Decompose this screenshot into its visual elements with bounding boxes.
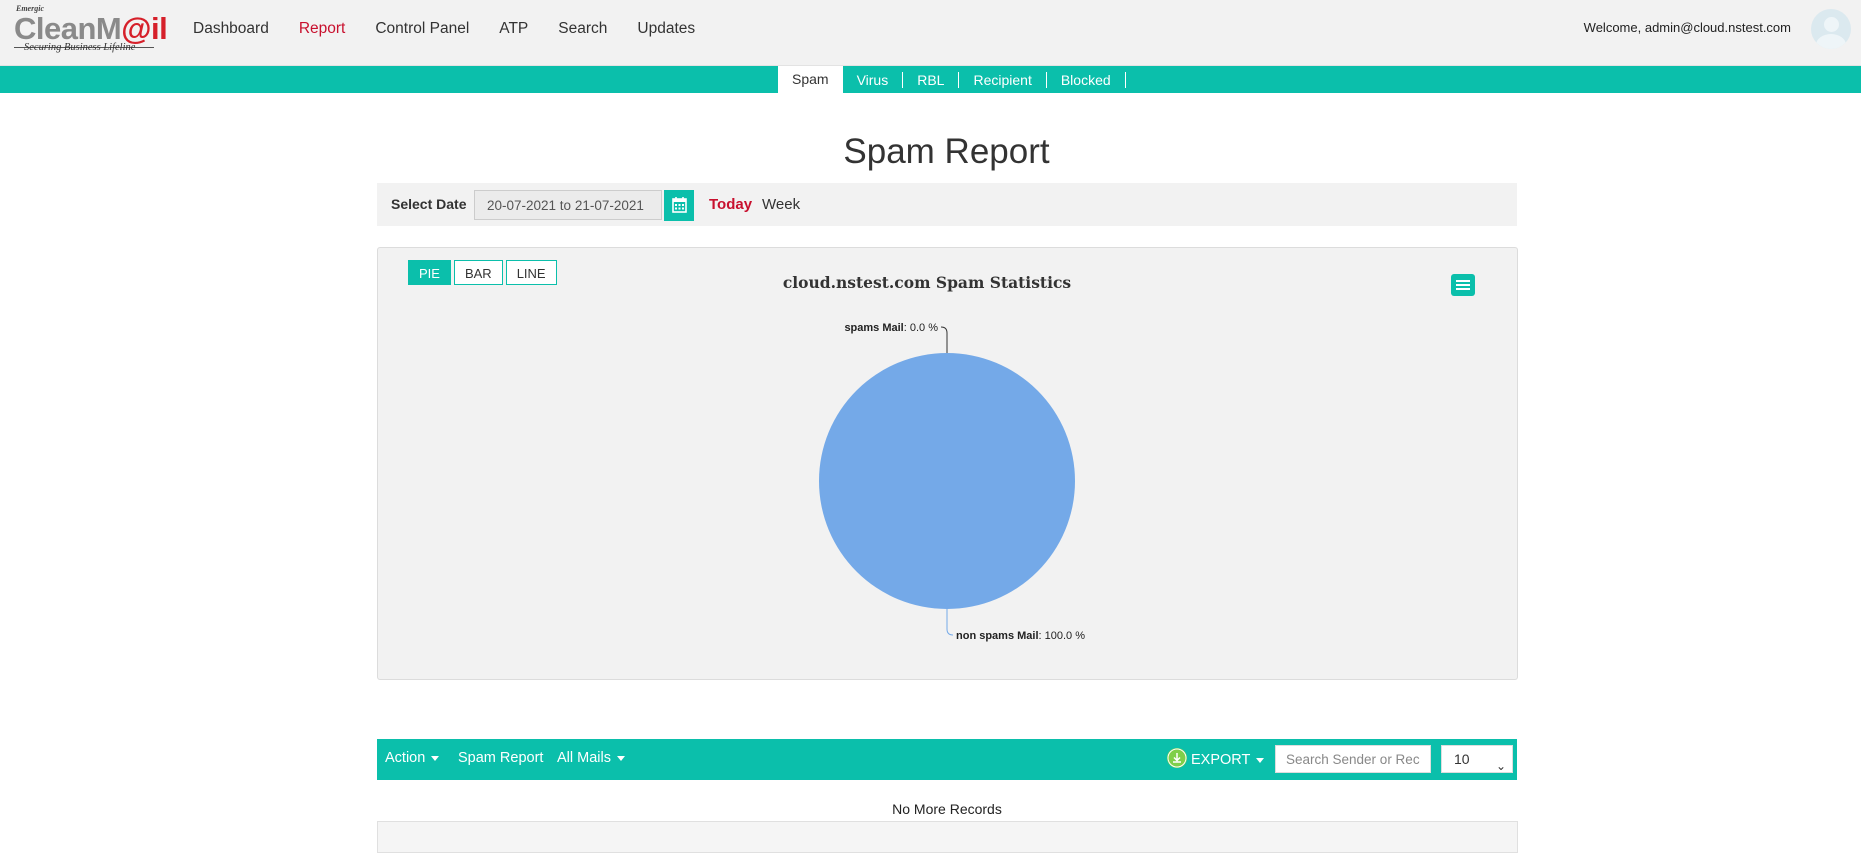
pie-label-1: non spams Mail: 100.0 % xyxy=(956,630,1085,642)
mail-filter-dropdown[interactable]: All Mails xyxy=(557,750,625,766)
date-filter-bar: Select Date 20-07-2021 to 21-07-2021 Tod… xyxy=(377,183,1517,226)
avatar[interactable] xyxy=(1811,9,1851,49)
table-footer xyxy=(377,821,1518,853)
tab-recipient[interactable]: Recipient xyxy=(959,71,1047,88)
logo-brand-suffix: @il xyxy=(121,11,168,46)
empty-message: No More Records xyxy=(892,801,1002,817)
caret-down-icon xyxy=(431,755,440,761)
logo-brand-prefix: CleanM xyxy=(14,11,122,46)
pie-label-0: spams Mail: 0.0 % xyxy=(844,322,938,334)
date-range-input[interactable]: 20-07-2021 to 21-07-2021 xyxy=(474,190,662,220)
caret-down-icon xyxy=(1256,757,1265,763)
tab-spam[interactable]: Spam xyxy=(778,66,843,93)
per-page-value: 10 xyxy=(1454,751,1470,767)
action-label: Action xyxy=(385,750,426,766)
table-toolbar: Action Spam Report All Mails EXPORT 10 ⌄ xyxy=(377,739,1517,780)
tab-blocked[interactable]: Blocked xyxy=(1047,71,1126,88)
page-title: Spam Report xyxy=(843,132,1050,171)
today-link[interactable]: Today xyxy=(709,196,752,213)
tab-virus[interactable]: Virus xyxy=(843,71,904,88)
welcome-text: Welcome, admin@cloud.nstest.com xyxy=(1583,20,1791,35)
search-input[interactable] xyxy=(1275,745,1431,773)
main-nav: Dashboard Report Control Panel ATP Searc… xyxy=(193,0,725,58)
avatar-body xyxy=(1816,34,1846,49)
caret-down-icon xyxy=(616,755,625,761)
action-dropdown[interactable]: Action xyxy=(385,750,440,766)
chevron-down-icon: ⌄ xyxy=(1495,759,1506,773)
per-page-select[interactable]: 10 ⌄ xyxy=(1441,745,1513,773)
download-icon xyxy=(1167,748,1187,768)
nav-item-report[interactable]: Report xyxy=(299,20,346,38)
nav-item-atp[interactable]: ATP xyxy=(499,20,528,38)
pie-slice-1[interactable] xyxy=(819,353,1075,609)
week-link[interactable]: Week xyxy=(762,196,800,213)
nav-item-dashboard[interactable]: Dashboard xyxy=(193,20,269,38)
logo-tagline: Securing Business Lifeline xyxy=(24,42,136,53)
pie-connector-0 xyxy=(940,326,948,353)
pie-chart: spams Mail: 0.0 % non spams Mail: 100.0 % xyxy=(819,322,1085,642)
calendar-icon xyxy=(672,197,687,213)
select-date-label: Select Date xyxy=(391,196,467,212)
nav-item-updates[interactable]: Updates xyxy=(637,20,695,38)
export-dropdown[interactable]: EXPORT xyxy=(1167,748,1265,770)
cleanmail-logo[interactable]: Emergic CleanM@il Securing Business Life… xyxy=(14,4,168,56)
top-header: Emergic CleanM@il Securing Business Life… xyxy=(0,0,1861,66)
chart-panel: PIE BAR LINE cloud.nstest.com Spam Stati… xyxy=(377,247,1518,680)
report-subnav: Spam Virus RBL Recipient Blocked xyxy=(0,66,1861,93)
avatar-head xyxy=(1824,17,1839,32)
export-label: EXPORT xyxy=(1191,751,1251,768)
pie-connector-1 xyxy=(946,609,954,636)
nav-item-control-panel[interactable]: Control Panel xyxy=(375,20,469,38)
calendar-button[interactable] xyxy=(664,190,694,221)
tab-rbl[interactable]: RBL xyxy=(903,71,960,88)
spam-report-label: Spam Report xyxy=(458,750,544,766)
nav-item-search[interactable]: Search xyxy=(558,20,607,38)
mail-filter-label: All Mails xyxy=(557,750,611,766)
